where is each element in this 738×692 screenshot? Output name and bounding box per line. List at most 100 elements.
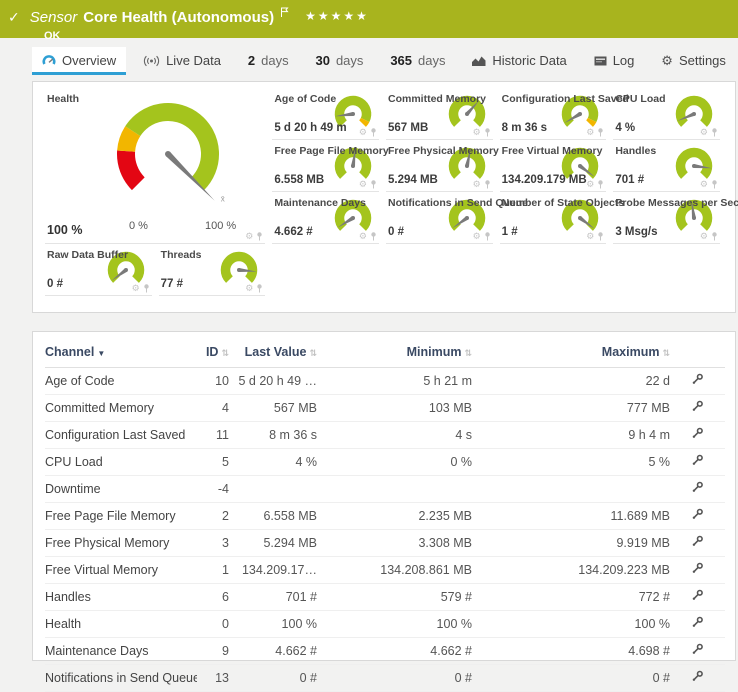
tab-overview[interactable]: Overview — [32, 47, 126, 75]
tab-2-days[interactable]: 2 days — [238, 47, 299, 75]
gear-icon[interactable]: ⚙ — [586, 128, 594, 137]
wrench-icon[interactable] — [691, 562, 704, 575]
channel-name[interactable]: Notifications in Send Queue — [45, 665, 197, 692]
pin-icon[interactable] — [143, 284, 150, 293]
channel-name[interactable]: Free Physical Memory — [45, 530, 197, 557]
table-row[interactable]: Free Virtual Memory 1 134.209.17… 134.20… — [45, 557, 725, 584]
gear-icon[interactable]: ⚙ — [473, 128, 481, 137]
wrench-icon[interactable] — [691, 454, 704, 467]
table-row[interactable]: Free Physical Memory 3 5.294 MB 3.308 MB… — [45, 530, 725, 557]
gauge-cell[interactable]: Notifications in Send Queue 0 # ⚙ — [386, 192, 493, 244]
pin-icon[interactable] — [711, 128, 718, 137]
wrench-icon[interactable] — [691, 616, 704, 629]
pin-icon[interactable] — [484, 180, 491, 189]
gauge-cell[interactable]: Threads 77 # ⚙ — [159, 244, 266, 296]
gauge-cell[interactable]: Probe Messages per Second 3 Msg/s ⚙ — [613, 192, 720, 244]
flag-icon[interactable] — [280, 4, 289, 22]
priority-stars[interactable]: ★★★★★ — [305, 9, 369, 23]
tab-live-data[interactable]: Live Data — [133, 47, 231, 75]
gauge-cell[interactable]: Maintenance Days 4.662 # ⚙ — [272, 192, 379, 244]
gear-icon[interactable]: ⚙ — [132, 284, 140, 293]
gear-icon[interactable]: ⚙ — [473, 180, 481, 189]
gear-icon[interactable]: ⚙ — [359, 128, 367, 137]
tab-30-days[interactable]: 30 days — [305, 47, 373, 75]
tab-log[interactable]: Log — [584, 47, 645, 75]
gauge-cell[interactable]: Free Physical Memory 5.294 MB ⚙ — [386, 140, 493, 192]
gear-icon[interactable]: ⚙ — [245, 232, 253, 241]
gauge-value: 1 # — [502, 226, 518, 238]
wrench-icon[interactable] — [691, 373, 704, 386]
pin-icon[interactable] — [597, 128, 604, 137]
column-header-id[interactable]: ID⇅ — [197, 336, 229, 368]
gear-icon[interactable]: ⚙ — [473, 232, 481, 241]
gauge-cell[interactable]: Free Virtual Memory 134.209.179 MB ⚙ — [500, 140, 607, 192]
table-row[interactable]: CPU Load 5 4 % 0 % 5 % — [45, 449, 725, 476]
gear-icon[interactable]: ⚙ — [245, 284, 253, 293]
pin-icon[interactable] — [597, 180, 604, 189]
wrench-icon[interactable] — [691, 400, 704, 413]
channel-name[interactable]: Committed Memory — [45, 395, 197, 422]
gauge-cell[interactable]: Free Page File Memory 6.558 MB ⚙ — [272, 140, 379, 192]
gear-icon[interactable]: ⚙ — [700, 232, 708, 241]
table-row[interactable]: Handles 6 701 # 579 # 772 # — [45, 584, 725, 611]
pin-icon[interactable] — [484, 232, 491, 241]
channel-name[interactable]: Health — [45, 611, 197, 638]
table-row[interactable]: Configuration Last Saved 11 8 m 36 s 4 s… — [45, 422, 725, 449]
gauge-cell[interactable]: Raw Data Buffer 0 # ⚙ — [45, 244, 152, 296]
wrench-icon[interactable] — [691, 508, 704, 521]
wrench-icon[interactable] — [691, 589, 704, 602]
gauge-cell-health[interactable]: Health x̄ 0 % 100 % 100 % ⚙ — [45, 88, 265, 244]
table-row[interactable]: Notifications in Send Queue 13 0 # 0 # 0… — [45, 665, 725, 692]
wrench-icon[interactable] — [691, 427, 704, 440]
channel-name[interactable]: Configuration Last Saved — [45, 422, 197, 449]
tab-365-days[interactable]: 365 days — [380, 47, 455, 75]
gauge-cell[interactable]: Committed Memory 567 MB ⚙ — [386, 88, 493, 140]
channel-name[interactable]: Free Virtual Memory — [45, 557, 197, 584]
pin-icon[interactable] — [370, 128, 377, 137]
pin-icon[interactable] — [711, 232, 718, 241]
gear-icon[interactable]: ⚙ — [700, 180, 708, 189]
gauge-cell[interactable]: Number of State Objects 1 # ⚙ — [500, 192, 607, 244]
channel-name[interactable]: Free Page File Memory — [45, 503, 197, 530]
pin-icon[interactable] — [256, 284, 263, 293]
pin-icon[interactable] — [256, 232, 263, 241]
wrench-icon[interactable] — [691, 643, 704, 656]
gear-icon[interactable]: ⚙ — [700, 128, 708, 137]
table-row[interactable]: Health 0 100 % 100 % 100 % — [45, 611, 725, 638]
gauge-cell[interactable]: CPU Load 4 % ⚙ — [613, 88, 720, 140]
gauge-cell[interactable]: Age of Code 5 d 20 h 49 m ⚙ — [272, 88, 379, 140]
tab-label: Historic Data — [492, 53, 566, 68]
column-header-minimum[interactable]: Minimum⇅ — [317, 336, 472, 368]
wrench-icon[interactable] — [691, 535, 704, 548]
channel-name[interactable]: Age of Code — [45, 368, 197, 395]
table-row[interactable]: Free Page File Memory 2 6.558 MB 2.235 M… — [45, 503, 725, 530]
gauge-cell[interactable]: Handles 701 # ⚙ — [613, 140, 720, 192]
table-row[interactable]: Downtime -4 — [45, 476, 725, 503]
column-header-last-value[interactable]: Last Value⇅ — [229, 336, 317, 368]
table-row[interactable]: Committed Memory 4 567 MB 103 MB 777 MB — [45, 395, 725, 422]
wrench-icon[interactable] — [691, 481, 704, 494]
gauge-cell[interactable]: Configuration Last Saved 8 m 36 s ⚙ — [500, 88, 607, 140]
status-badge: OK — [44, 30, 730, 42]
channel-name[interactable]: Downtime — [45, 476, 197, 503]
column-header-maximum[interactable]: Maximum⇅ — [472, 336, 670, 368]
channel-name[interactable]: Handles — [45, 584, 197, 611]
pin-icon[interactable] — [597, 232, 604, 241]
pin-icon[interactable] — [484, 128, 491, 137]
table-row[interactable]: Age of Code 10 5 d 20 h 49 … 5 h 21 m 22… — [45, 368, 725, 395]
tab-historic-data[interactable]: Historic Data — [462, 47, 576, 75]
gear-icon[interactable]: ⚙ — [586, 232, 594, 241]
gear-icon[interactable]: ⚙ — [359, 180, 367, 189]
gear-icon[interactable]: ⚙ — [586, 180, 594, 189]
pin-icon[interactable] — [370, 232, 377, 241]
tab-settings[interactable]: ⚙ Settings — [651, 47, 736, 75]
pin-icon[interactable] — [370, 180, 377, 189]
wrench-icon[interactable] — [691, 670, 704, 683]
sort-icon: ⇅ — [662, 348, 670, 358]
column-header-channel[interactable]: Channel▼ — [45, 336, 197, 368]
gear-icon[interactable]: ⚙ — [359, 232, 367, 241]
channel-name[interactable]: CPU Load — [45, 449, 197, 476]
pin-icon[interactable] — [711, 180, 718, 189]
gauge-title: Free Physical Memory — [388, 145, 499, 157]
gauge-value: 0 # — [47, 278, 63, 290]
